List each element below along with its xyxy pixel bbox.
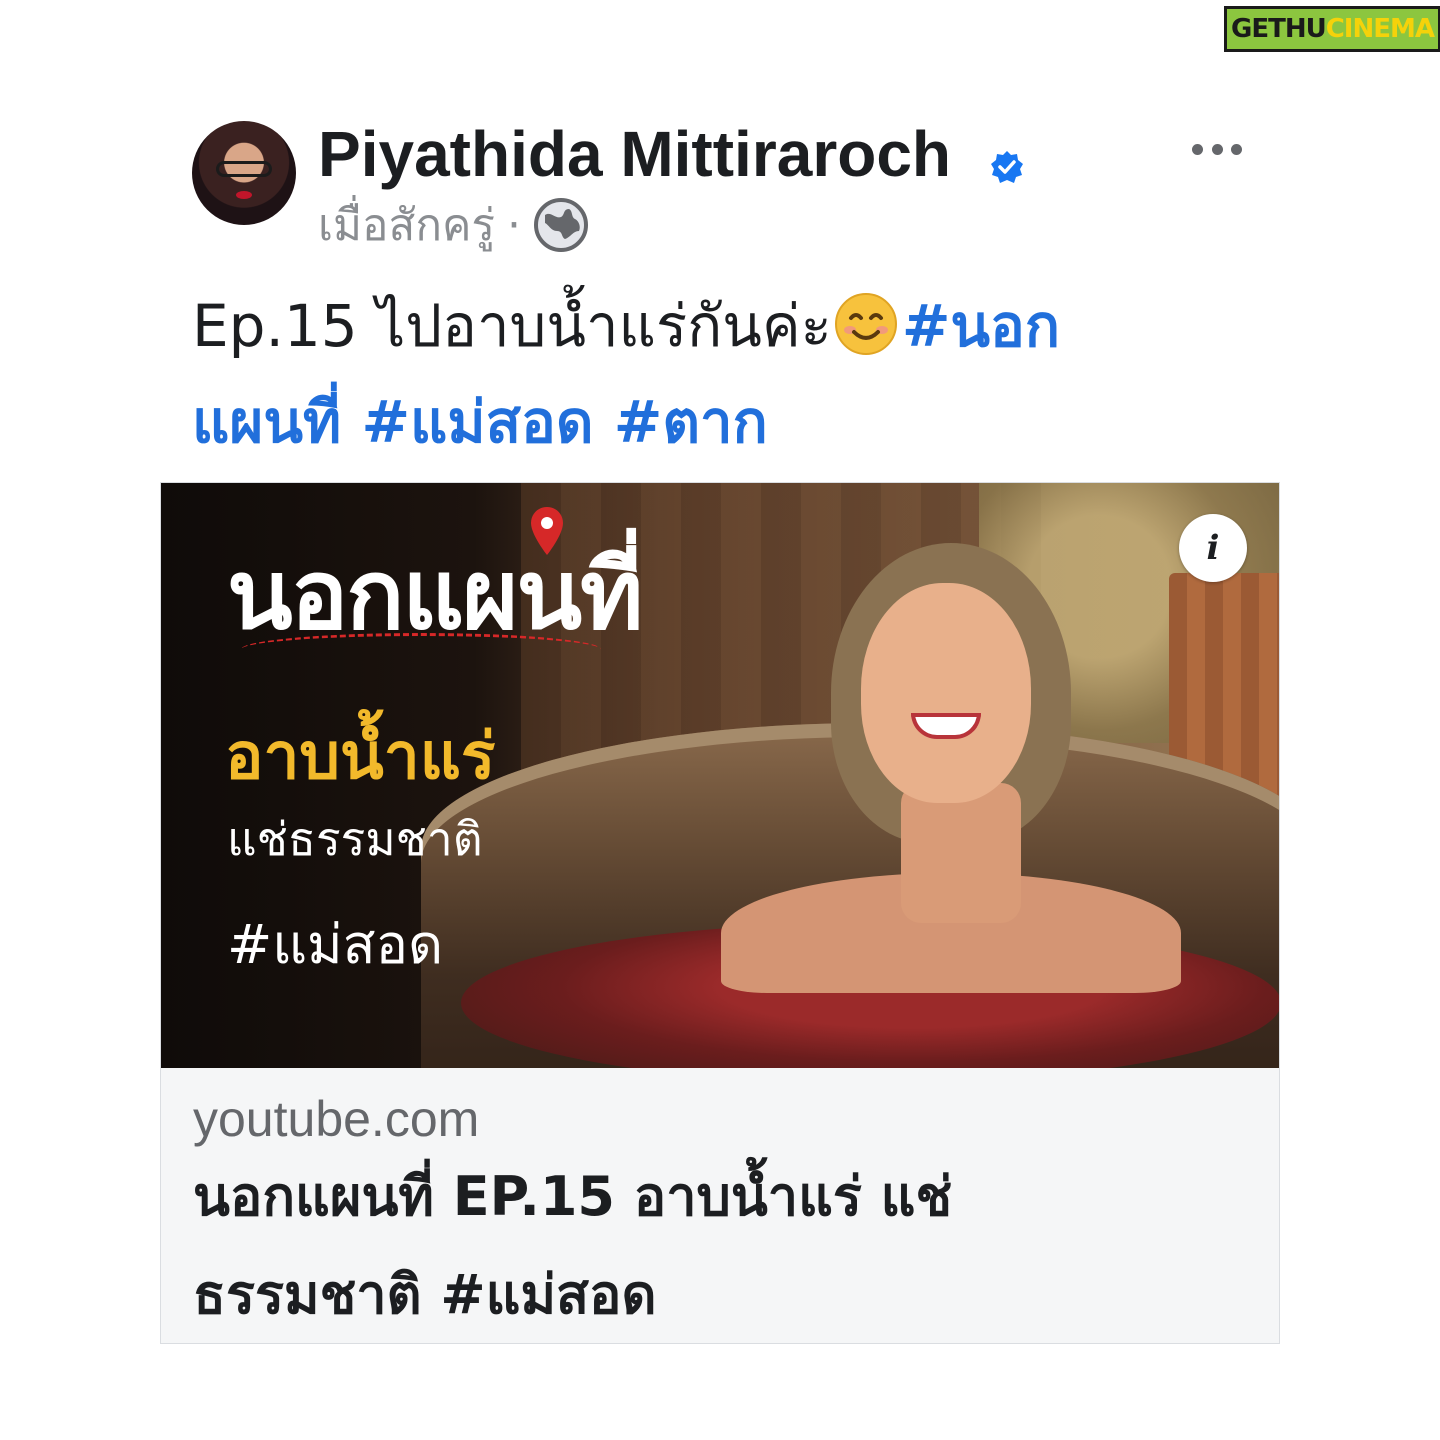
more-dot — [1211, 143, 1223, 155]
thumbnail-subtitle-3: #แม่สอด — [227, 913, 444, 976]
link-preview-card[interactable]: นอกแผนที่ อาบน้ำแร่ แช่ธรรมชาติ #แม่สอด … — [160, 482, 1280, 1344]
link-title-line-1: นอกแผนที่ EP.15 อาบน้ำแร่ แช่ — [193, 1165, 953, 1228]
link-card-body[interactable]: youtube.com นอกแผนที่ EP.15 อาบน้ำแร่ แช… — [161, 1068, 1279, 1343]
post-header: Piyathida Mittiraroch เมื่อสักครู่ · — [192, 118, 1282, 261]
more-dot — [1231, 143, 1242, 155]
link-title-line-2: ธรรมชาติ #แม่สอด — [193, 1263, 657, 1326]
person-neck — [901, 783, 1021, 923]
author-name[interactable]: Piyathida Mittiraroch — [318, 115, 951, 193]
link-title[interactable]: นอกแผนที่ EP.15 อาบน้ำแร่ แช่ ธรรมชาติ #… — [193, 1148, 1243, 1343]
thumbnail-subtitle-2: แช่ธรรมชาติ — [227, 812, 483, 866]
watermark: GETHU CINEMA — [1224, 6, 1440, 52]
post-text: Ep.15 ไปอาบน้ำแร่กันค่ะ #นอก แผนที่ #แม่… — [192, 278, 1172, 470]
person-face — [861, 583, 1031, 803]
video-thumbnail[interactable]: นอกแผนที่ อาบน้ำแร่ แช่ธรรมชาติ #แม่สอด … — [161, 483, 1279, 1068]
smiling-face-icon — [834, 293, 897, 355]
meta-separator: · — [507, 199, 522, 251]
post-meta: เมื่อสักครู่ · — [318, 195, 589, 255]
thumbnail-title: นอกแผนที่ — [227, 539, 643, 651]
post-text-line-1: Ep.15 ไปอาบน้ำแร่กันค่ะ #นอก — [192, 278, 1172, 374]
hashtag-links[interactable]: แผนที่ #แม่สอด #ตาก — [192, 374, 1172, 470]
verified-badge-icon — [991, 151, 1023, 183]
avatar[interactable] — [192, 121, 296, 225]
map-pin-icon — [531, 507, 563, 555]
watermark-text-a: GETHU — [1231, 14, 1327, 44]
post-text-plain: Ep.15 ไปอาบน้ำแร่กันค่ะ — [192, 292, 832, 360]
page: GETHU CINEMA Piyathida Mittiraroch เมื่อส… — [0, 0, 1440, 1440]
hashtag-link[interactable]: #นอก — [902, 292, 1060, 360]
avatar-glasses — [216, 161, 272, 177]
more-dot — [1192, 143, 1203, 155]
watermark-text-b: CINEMA — [1325, 14, 1435, 44]
info-icon[interactable]: i — [1179, 514, 1247, 582]
thumbnail-person — [721, 543, 1181, 1003]
link-domain: youtube.com — [193, 1091, 480, 1147]
timestamp[interactable]: เมื่อสักครู่ — [318, 190, 495, 260]
thumbnail-subtitle-1: อาบน้ำแร่ — [225, 720, 496, 794]
watermark-logo: GETHU CINEMA — [1224, 6, 1440, 52]
more-options-icon[interactable] — [1192, 139, 1242, 159]
avatar-lips — [236, 191, 252, 199]
globe-icon[interactable] — [533, 197, 589, 253]
